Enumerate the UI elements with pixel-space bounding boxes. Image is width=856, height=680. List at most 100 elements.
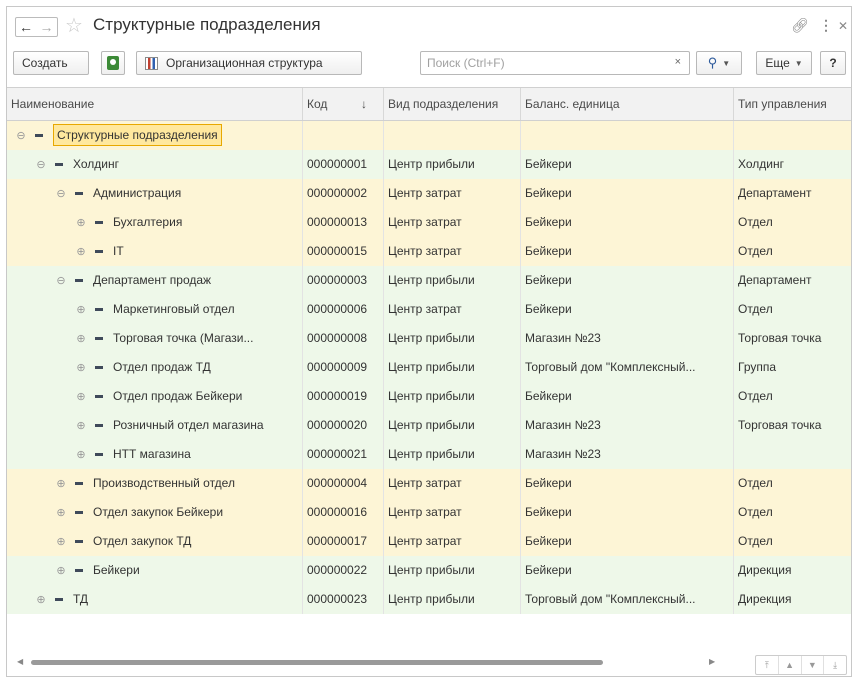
- expand-icon[interactable]: ⊕: [75, 354, 87, 382]
- table-row[interactable]: ⊖ Холдинг 000000001 Центр прибыли Бейкери Хол…: [7, 150, 851, 179]
- table-row[interactable]: ⊖ Структурные подразделения: [7, 121, 851, 150]
- next-row-icon[interactable]: ▼: [802, 656, 825, 674]
- chevron-down-icon: ▼: [794, 58, 803, 68]
- folder-dash-icon: [75, 279, 83, 283]
- new-document-button[interactable]: [101, 51, 125, 75]
- cell-kind: Центр затрат: [384, 295, 521, 324]
- expand-icon[interactable]: ⊕: [75, 296, 87, 324]
- cell-name: ⊖ Структурные подразделения: [7, 121, 303, 150]
- column-header-name[interactable]: Наименование: [7, 88, 303, 120]
- table-row[interactable]: ⊕ ТД 000000023 Центр прибыли Торговый дом "К…: [7, 585, 851, 614]
- expand-icon[interactable]: ⊕: [75, 209, 87, 237]
- cell-balance-unit: Торговый дом "Комплексный...: [521, 585, 734, 614]
- table-row[interactable]: ⊕ Маркетинговый отдел 000000006 Центр затра…: [7, 295, 851, 324]
- table-row[interactable]: ⊕ Отдел продаж Бейкери 000000019 Центр приб…: [7, 382, 851, 411]
- table-row[interactable]: ⊖ Администрация 000000002 Центр затрат Бейке…: [7, 179, 851, 208]
- more-button[interactable]: Еще ▼: [756, 51, 812, 75]
- cell-code: 000000015: [303, 237, 384, 266]
- cell-name: ⊕ Производственный отдел: [7, 469, 303, 498]
- cell-management-type: [734, 121, 851, 150]
- cell-management-type: Торговая точка: [738, 331, 822, 345]
- table-row[interactable]: ⊕ Отдел закупок ТД 000000017 Центр затрат Бе…: [7, 527, 851, 556]
- last-row-icon[interactable]: ⤓: [824, 656, 846, 674]
- collapse-icon[interactable]: ⊖: [35, 151, 47, 179]
- cell-kind: Центр прибыли: [384, 440, 521, 469]
- unit-name: НТТ магазина: [113, 447, 191, 461]
- table-row[interactable]: ⊕ Отдел закупок Бейкери 000000016 Центр зат…: [7, 498, 851, 527]
- cell-balance-unit: Торговый дом "Комплексный...: [521, 353, 734, 382]
- cell-balance-unit: Бейкери: [521, 208, 734, 237]
- expand-icon[interactable]: ⊕: [75, 412, 87, 440]
- folder-dash-icon: [95, 366, 103, 370]
- back-arrow-icon[interactable]: ←: [15, 17, 37, 37]
- unit-name: Отдел продаж Бейкери: [113, 389, 243, 403]
- unit-name: ТД: [73, 592, 89, 606]
- table-row[interactable]: ⊕ Отдел продаж ТД 000000009 Центр прибыли То…: [7, 353, 851, 382]
- unit-name: Отдел закупок ТД: [93, 534, 192, 548]
- scroll-left-icon[interactable]: ◀: [17, 657, 23, 666]
- table-row[interactable]: ⊕ Торговая точка (Магази... 000000008 Центр…: [7, 324, 851, 353]
- unit-name: Структурные подразделения: [53, 124, 222, 146]
- expand-icon[interactable]: ⊕: [75, 441, 87, 469]
- table-row[interactable]: ⊕ НТТ магазина 000000021 Центр прибыли Магаз…: [7, 440, 851, 469]
- expand-icon[interactable]: ⊕: [35, 586, 47, 614]
- cell-code: 000000004: [303, 469, 384, 498]
- expand-icon[interactable]: ⊕: [55, 528, 67, 556]
- search-input[interactable]: [427, 55, 657, 71]
- expand-icon[interactable]: ⊕: [75, 238, 87, 266]
- expand-icon[interactable]: ⊕: [75, 383, 87, 411]
- cell-code: 000000002: [303, 179, 384, 208]
- help-button-label: ?: [829, 56, 837, 70]
- table-row[interactable]: ⊕ IT 000000015 Центр затрат Бейкери Отдел: [7, 237, 851, 266]
- table-row[interactable]: ⊕ Розничный отдел магазина 000000020 Центр …: [7, 411, 851, 440]
- search-button[interactable]: ⚲ ▼: [696, 51, 742, 75]
- favorite-star-icon[interactable]: ☆: [65, 13, 83, 38]
- cell-management-type: Департамент: [738, 186, 812, 200]
- column-header-management-type[interactable]: Тип управления: [734, 88, 851, 120]
- row-navigation: ⤒ ▲ ▼ ⤓: [755, 655, 847, 675]
- table-row[interactable]: ⊕ Бухгалтерия 000000013 Центр затрат Бейкери…: [7, 208, 851, 237]
- folder-dash-icon: [75, 540, 83, 544]
- cell-balance-unit: Магазин №23: [521, 440, 734, 469]
- help-button[interactable]: ?: [820, 51, 846, 75]
- collapse-icon[interactable]: ⊖: [55, 267, 67, 295]
- expand-icon[interactable]: ⊕: [55, 557, 67, 585]
- column-header-code[interactable]: Код ↓: [303, 88, 384, 120]
- collapse-icon[interactable]: ⊖: [55, 180, 67, 208]
- cell-kind: Центр затрат: [384, 237, 521, 266]
- cell-kind: Центр затрат: [384, 179, 521, 208]
- expand-icon[interactable]: ⊕: [55, 499, 67, 527]
- search-field[interactable]: ×: [420, 51, 690, 75]
- cell-balance-unit: Бейкери: [521, 266, 734, 295]
- close-icon[interactable]: ✕: [838, 19, 848, 33]
- unit-name: Торговая точка (Магази...: [113, 331, 254, 345]
- forward-arrow-icon[interactable]: →: [36, 17, 58, 37]
- cell-kind: Центр прибыли: [384, 411, 521, 440]
- clear-search-icon[interactable]: ×: [675, 56, 681, 68]
- cell-code: [303, 121, 384, 150]
- table-row[interactable]: ⊕ Производственный отдел 000000004 Центр за…: [7, 469, 851, 498]
- collapse-icon[interactable]: ⊖: [15, 122, 27, 150]
- column-header-kind[interactable]: Вид подразделения: [384, 88, 521, 120]
- table-row[interactable]: ⊕ Бейкери 000000022 Центр прибыли Бейкери Дир…: [7, 556, 851, 585]
- cell-management-type: Холдинг: [738, 157, 784, 171]
- cell-code: 000000009: [303, 353, 384, 382]
- column-header-balance-unit[interactable]: Баланс. единица: [521, 88, 734, 120]
- horizontal-scrollbar[interactable]: [31, 660, 603, 665]
- org-structure-button[interactable]: Организационная структура: [136, 51, 362, 75]
- first-row-icon[interactable]: ⤒: [756, 656, 779, 674]
- cell-name: ⊕ Отдел продаж ТД: [7, 353, 303, 382]
- folder-dash-icon: [55, 163, 63, 167]
- unit-name: Производственный отдел: [93, 476, 235, 490]
- scroll-right-icon[interactable]: ▶: [709, 657, 715, 666]
- link-icon[interactable]: 🔗︎: [791, 17, 809, 34]
- folder-dash-icon: [95, 337, 103, 341]
- create-button[interactable]: Создать: [13, 51, 89, 75]
- expand-icon[interactable]: ⊕: [55, 470, 67, 498]
- units-table: Наименование Код ↓ Вид подразделения Бал…: [7, 87, 851, 618]
- expand-icon[interactable]: ⊕: [75, 325, 87, 353]
- more-vertical-icon[interactable]: ⋮: [819, 17, 833, 34]
- cell-management-type: Отдел: [738, 244, 773, 258]
- table-row[interactable]: ⊖ Департамент продаж 000000003 Центр прибыл…: [7, 266, 851, 295]
- previous-row-icon[interactable]: ▲: [779, 656, 802, 674]
